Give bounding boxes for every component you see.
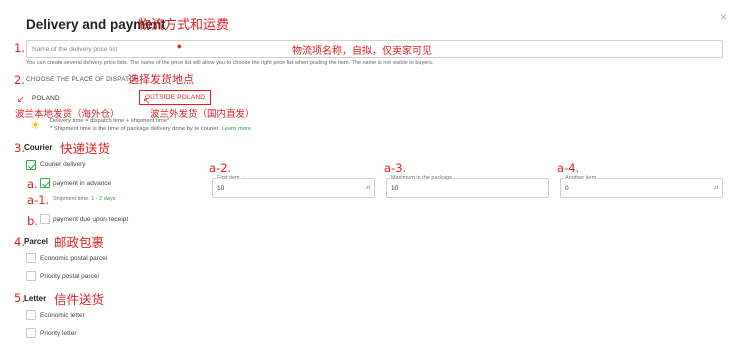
annotation-arrow-icon: ◆ bbox=[177, 44, 182, 50]
shipment-time-days: 1 - 2 days bbox=[91, 196, 116, 202]
first-item-value: 10 bbox=[217, 185, 225, 192]
economic-postal-parcel-checkbox[interactable] bbox=[26, 253, 36, 263]
marker-a: a. bbox=[27, 177, 38, 191]
marker-a-2: a-2. bbox=[209, 161, 232, 175]
delivery-time-info: Delivery time = dispatch time + shipment… bbox=[50, 118, 170, 124]
first-item-field[interactable] bbox=[212, 178, 375, 198]
shipment-time-info-text: * Shipment time is the time of package d… bbox=[50, 126, 220, 132]
learn-more-link[interactable]: Learn more bbox=[221, 126, 251, 132]
priority-letter-checkbox[interactable] bbox=[26, 328, 36, 338]
shipment-time-label: Shipment time: bbox=[53, 196, 90, 202]
close-icon[interactable]: × bbox=[720, 10, 727, 24]
step-number-2: 2. bbox=[14, 73, 25, 87]
maximum-in-package-value: 10 bbox=[391, 185, 399, 192]
price-list-annotation: 物流项名称，自拟，仅卖家可见 bbox=[292, 46, 432, 57]
dispatch-annotation: 选择发货地点 bbox=[128, 73, 194, 86]
shipment-time-info: * Shipment time is the time of package d… bbox=[50, 126, 251, 132]
courier-annotation: 快递送货 bbox=[60, 141, 111, 156]
another-item-unit: zł bbox=[714, 185, 718, 191]
economic-letter-checkbox[interactable] bbox=[26, 310, 36, 320]
priority-letter-label: Priority letter bbox=[40, 330, 77, 337]
marker-b: b. bbox=[27, 214, 38, 228]
economic-postal-parcel-label: Economic postal parcel bbox=[40, 255, 108, 262]
courier-section-title: Courier bbox=[24, 143, 53, 152]
first-item-field-label: First item bbox=[216, 175, 241, 181]
courier-delivery-label: Courier delivery bbox=[40, 161, 86, 168]
payment-upon-receipt-label: payment due upon receipt bbox=[53, 216, 129, 223]
priority-postal-parcel-checkbox[interactable] bbox=[26, 271, 36, 281]
shipment-time: Shipment time: 1 - 2 days bbox=[53, 196, 115, 202]
economic-letter-label: Economic letter bbox=[40, 312, 85, 319]
another-item-field-label: Another item bbox=[564, 175, 598, 181]
payment-in-advance-checkbox[interactable] bbox=[40, 178, 50, 188]
annotation-arrow-icon: ↙ bbox=[17, 94, 25, 104]
marker-a-4: a-4. bbox=[557, 161, 580, 175]
lightbulb-icon: ☀ bbox=[30, 118, 41, 132]
first-item-unit: zł bbox=[366, 185, 370, 191]
another-item-field[interactable] bbox=[560, 178, 723, 198]
maximum-in-package-label: Maximum in the package bbox=[390, 175, 454, 181]
parcel-section-title: Parcel bbox=[24, 237, 49, 246]
maximum-in-package-field[interactable] bbox=[386, 178, 549, 198]
price-list-help: You can create several delivery price li… bbox=[26, 60, 434, 66]
courier-delivery-checkbox[interactable] bbox=[26, 160, 36, 170]
payment-upon-receipt-checkbox[interactable] bbox=[40, 214, 50, 224]
title-annotation: 物流方式和运费 bbox=[138, 18, 230, 33]
tab-poland[interactable]: POLAND bbox=[32, 95, 60, 102]
marker-a-1: a-1. bbox=[27, 193, 50, 207]
payment-in-advance-label: payment in advance bbox=[53, 180, 112, 187]
parcel-annotation: 邮政包裹 bbox=[54, 235, 105, 250]
dispatch-label: CHOOSE THE PLACE OF DISPATCH bbox=[26, 76, 139, 83]
letter-annotation: 信件送货 bbox=[54, 292, 105, 307]
step-number-1: 1. bbox=[14, 41, 25, 55]
another-item-value: 0 bbox=[565, 185, 569, 192]
marker-a-3: a-3. bbox=[384, 161, 407, 175]
letter-section-title: Letter bbox=[24, 294, 47, 303]
priority-postal-parcel-label: Priority postal parcel bbox=[40, 273, 99, 280]
